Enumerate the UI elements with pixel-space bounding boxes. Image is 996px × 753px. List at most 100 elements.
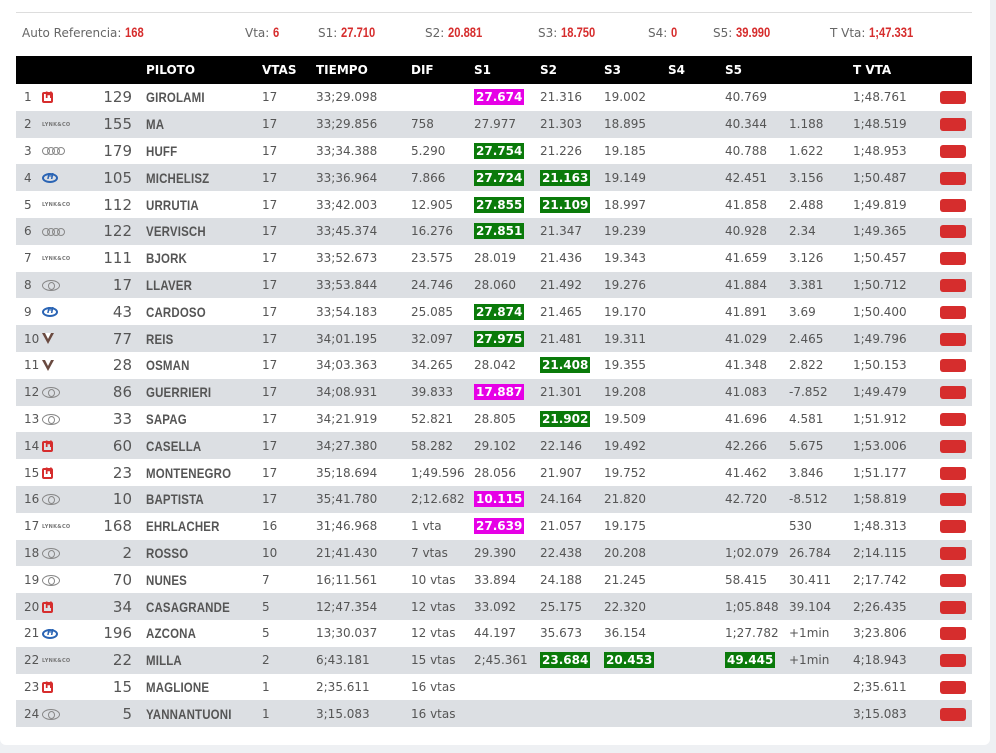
table-row[interactable]: 4 105 MICHELISZ 17 33;36.964 7.866 27.724 21.16… bbox=[16, 164, 972, 192]
row-detail-button[interactable] bbox=[940, 627, 966, 641]
cell-s2: 21.303 bbox=[540, 111, 604, 138]
row-detail-button[interactable] bbox=[940, 412, 966, 426]
table-row[interactable]: 7 LYNK&CO 111 BJORK 17 33;52.673 23.575 28.019 2… bbox=[16, 244, 972, 272]
cell-s5: 41.348 bbox=[725, 352, 789, 379]
table-row[interactable]: 13 33 SAPAG 17 34;21.919 52.821 28.805 21.902 19… bbox=[16, 405, 972, 433]
row-detail-button[interactable] bbox=[940, 439, 966, 453]
toyota-logo-icon bbox=[42, 574, 60, 586]
cell-dif: 1 vta bbox=[411, 519, 442, 534]
s1-value: 29.102 bbox=[474, 438, 516, 453]
row-detail-button[interactable] bbox=[940, 252, 966, 266]
cell-vtas: 17 bbox=[262, 277, 278, 292]
row-detail-button[interactable] bbox=[940, 359, 966, 373]
row-detail-button[interactable] bbox=[940, 654, 966, 668]
table-row[interactable]: 22 LYNK&CO 22 MILLA 2 6;43.181 15 vtas 2;45.361… bbox=[16, 646, 972, 674]
s2-value: 24.164 bbox=[540, 492, 582, 507]
table-row[interactable]: 17 LYNK&CO 168 EHRLACHER 16 31;46.968 1 vta 27.… bbox=[16, 512, 972, 540]
table-row[interactable]: 11 28 OSMAN 17 34;03.363 34.265 28.042 21.408 19… bbox=[16, 351, 972, 379]
row-detail-button[interactable] bbox=[940, 600, 966, 614]
cell-driver: CASELLA bbox=[146, 432, 262, 459]
table-row[interactable]: 9 43 CARDOSO 17 33;54.183 25.085 27.874 21.465 1… bbox=[16, 298, 972, 326]
cell-tiempo: 33;29.856 bbox=[316, 117, 378, 132]
row-detail-button[interactable] bbox=[940, 118, 966, 132]
row-detail-button[interactable] bbox=[940, 680, 966, 694]
table-row[interactable]: 16 10 BAPTISTA 17 35;41.780 2;12.682 10.115 24.… bbox=[16, 485, 972, 513]
table-row[interactable]: 8 17 LLAVER 17 33;53.844 24.746 28.060 21.492 19… bbox=[16, 271, 972, 299]
s3-value: 18.750 bbox=[561, 24, 596, 40]
table-row[interactable]: 19 70 NUNES 7 16;11.561 10 vtas 33.894 24.188 21… bbox=[16, 566, 972, 594]
cell-s5: 40.928 bbox=[725, 218, 789, 245]
cell-dif: 23.575 bbox=[411, 251, 453, 266]
row-detail-button[interactable] bbox=[940, 493, 966, 507]
lynk-co-logo-icon: LYNK&CO bbox=[42, 657, 71, 664]
cell-tvta: 1;50.457 bbox=[853, 251, 907, 266]
col-dif[interactable]: DIF bbox=[411, 56, 474, 84]
col-s1[interactable]: S1 bbox=[474, 56, 540, 84]
table-row[interactable]: 21 196 AZCONA 5 13;30.037 12 vtas 44.197 35.673… bbox=[16, 619, 972, 647]
cell-s1 bbox=[474, 674, 540, 701]
s3-value: 19.311 bbox=[604, 331, 646, 346]
cell-gap: -7.852 bbox=[789, 385, 828, 400]
s3-value: 19.509 bbox=[604, 411, 646, 426]
row-detail-button[interactable] bbox=[940, 573, 966, 587]
row-detail-button[interactable] bbox=[940, 520, 966, 534]
table-row[interactable]: 12 86 GUERRIERI 17 34;08.931 39.833 17.887 21.3… bbox=[16, 378, 972, 406]
table-row[interactable]: 1 129 GIROLAMI 17 33;29.098 27.674 21.316 19.00… bbox=[16, 84, 972, 111]
col-s5[interactable]: S5 bbox=[725, 56, 789, 84]
row-detail-button[interactable] bbox=[940, 225, 966, 239]
row-detail-button[interactable] bbox=[940, 171, 966, 185]
row-detail-button[interactable] bbox=[940, 546, 966, 560]
col-tiempo[interactable]: TIEMPO bbox=[316, 56, 411, 84]
col-s4[interactable]: S4 bbox=[668, 56, 725, 84]
cell-vtas: 17 bbox=[262, 492, 278, 507]
cell-s1: 44.197 bbox=[474, 620, 540, 647]
row-detail-button[interactable] bbox=[940, 386, 966, 400]
table-row[interactable]: 18 2 ROSSO 10 21;41.430 7 vtas 29.390 22.438 20.… bbox=[16, 539, 972, 567]
cell-s3: 21.245 bbox=[604, 566, 668, 593]
cell-brand bbox=[42, 620, 82, 647]
row-detail-button[interactable] bbox=[940, 278, 966, 292]
table-row[interactable]: 23 15 MAGLIONE 1 2;35.611 16 vtas 2;35.611 bbox=[16, 673, 972, 701]
row-detail-button[interactable] bbox=[940, 707, 966, 721]
row-detail-button[interactable] bbox=[940, 144, 966, 158]
table-row[interactable]: 20 34 CASAGRANDE 5 12;47.354 12 vtas 33.092 25.… bbox=[16, 593, 972, 620]
table-row[interactable]: 24 5 YANNANTUONI 1 3;15.083 16 vtas 3;15.083 bbox=[16, 700, 972, 728]
table-row[interactable]: 10 77 REIS 17 34;01.195 32.097 27.975 21.481 19.… bbox=[16, 325, 972, 352]
row-detail-button[interactable] bbox=[940, 466, 966, 480]
table-row[interactable]: 5 LYNK&CO 112 URRUTIA 17 33;42.003 12.905 27.85… bbox=[16, 191, 972, 218]
cell-pos: 14 bbox=[24, 438, 40, 453]
cell-driver: MAGLIONE bbox=[146, 674, 262, 701]
table-row[interactable]: 14 60 CASELLA 17 34;27.380 58.282 29.102 22.146… bbox=[16, 432, 972, 460]
cell-vtas: 17 bbox=[262, 438, 278, 453]
cell-s5: 42.720 bbox=[725, 486, 789, 513]
col-s2[interactable]: S2 bbox=[540, 56, 604, 84]
row-detail-button[interactable] bbox=[940, 91, 966, 105]
table-row[interactable]: 15 23 MONTENEGRO 17 35;18.694 1;49.596 28.056 2… bbox=[16, 459, 972, 486]
s2-value: 21.303 bbox=[540, 117, 582, 132]
s1-value: 28.056 bbox=[474, 465, 516, 480]
cell-s5: 1;02.079 bbox=[725, 540, 789, 567]
cell-tvta: 1;48.313 bbox=[853, 519, 907, 534]
cell-tvta: 2;17.742 bbox=[853, 572, 907, 587]
row-detail-button[interactable] bbox=[940, 305, 966, 319]
row-detail-button[interactable] bbox=[940, 198, 966, 212]
cell-gap: 3.846 bbox=[789, 465, 824, 480]
col-tvta[interactable]: T VTA bbox=[853, 56, 940, 84]
cell-s2: 21.902 bbox=[540, 406, 604, 433]
table-row[interactable]: 3 179 HUFF 17 33;34.388 5.290 27.754 21.226 19.1… bbox=[16, 137, 972, 165]
cell-s3: 19.185 bbox=[604, 138, 668, 165]
table-row[interactable]: 2 LYNK&CO 155 MA 17 33;29.856 758 27.977 21.303 1… bbox=[16, 110, 972, 138]
s1-value: 27.674 bbox=[474, 89, 525, 106]
cell-s5: 42.266 bbox=[725, 432, 789, 459]
cell-car-number: 122 bbox=[103, 222, 132, 241]
col-vtas[interactable]: VTAS bbox=[262, 56, 316, 84]
timing-panel: Auto Referencia: 168 Vta: 6 S1: 27.710 S2: 2… bbox=[0, 0, 990, 745]
cell-vtas: 17 bbox=[262, 90, 278, 105]
col-piloto[interactable]: PILOTO bbox=[146, 56, 262, 84]
cell-driver: CARDOSO bbox=[146, 298, 262, 325]
s1-value: 27.724 bbox=[474, 169, 525, 186]
col-s3[interactable]: S3 bbox=[604, 56, 668, 84]
table-row[interactable]: 6 122 VERVISCH 17 33;45.374 16.276 27.851 21.34… bbox=[16, 217, 972, 245]
row-detail-button[interactable] bbox=[940, 332, 966, 346]
cell-gap: 2.488 bbox=[789, 197, 824, 212]
